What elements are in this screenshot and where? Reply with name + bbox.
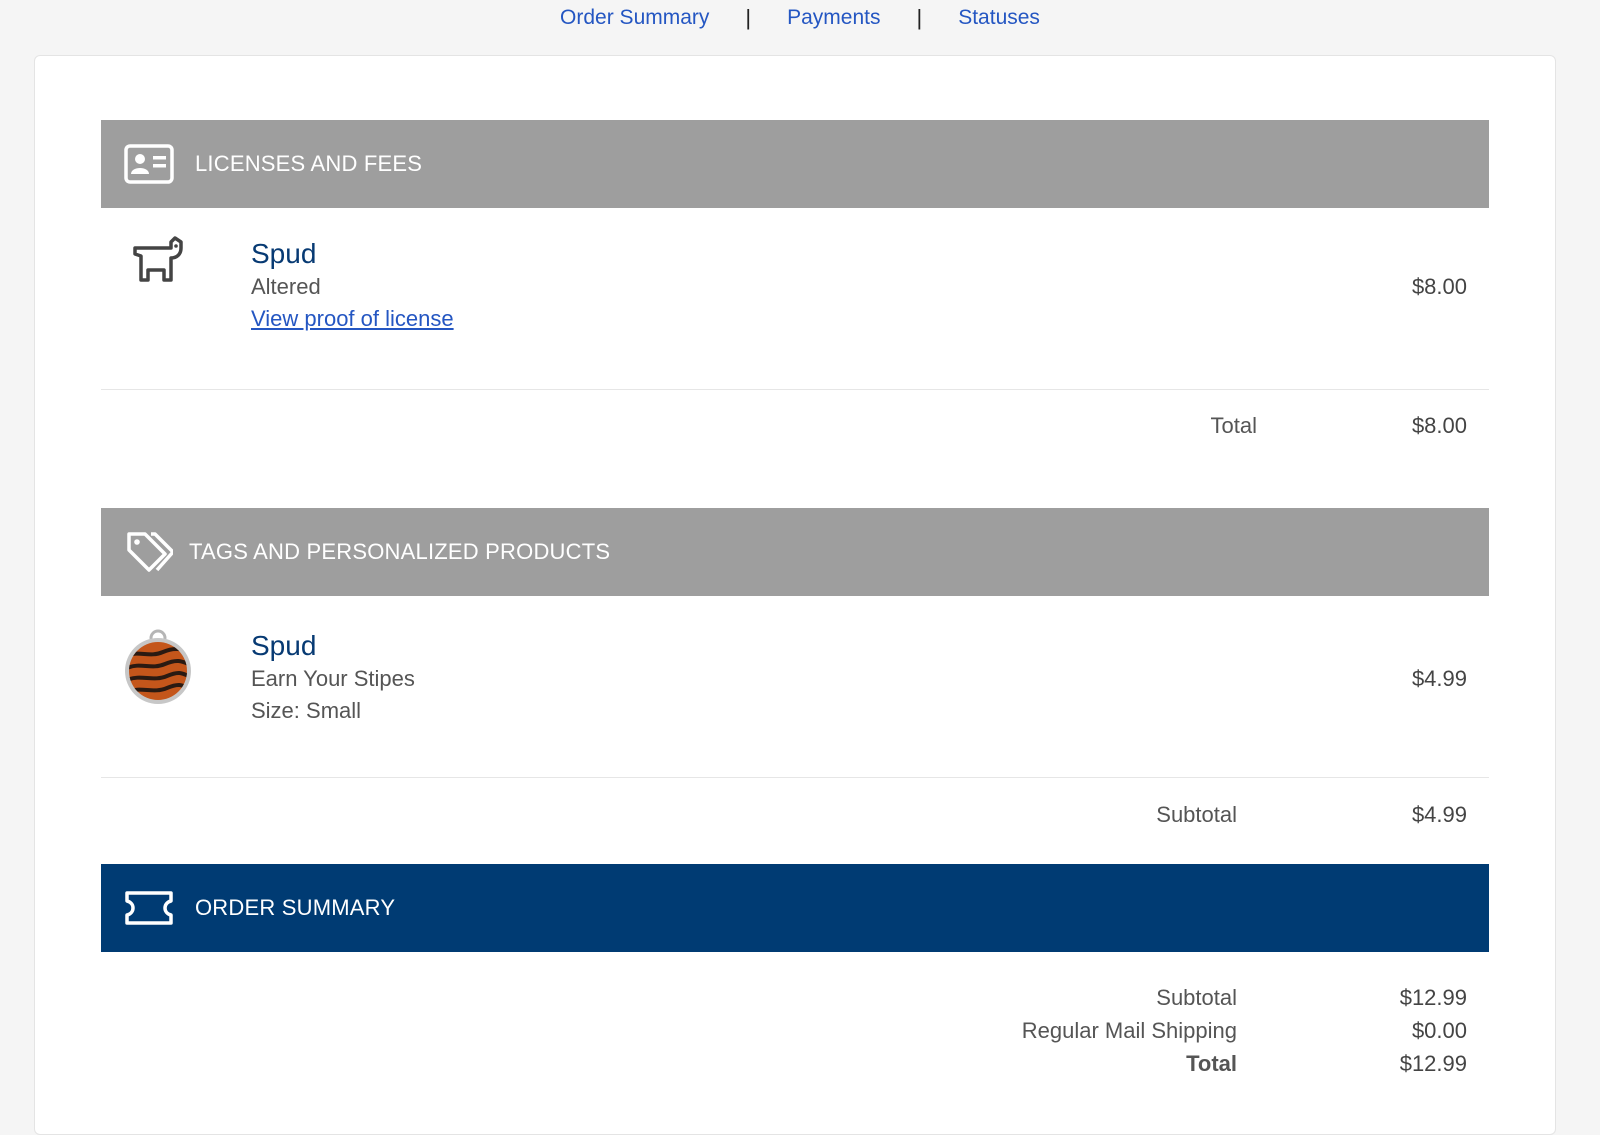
tag-design-name: Earn Your Stipes [251, 666, 415, 691]
tag-size: Size: Small [251, 698, 362, 723]
order-summary-section-title: ORDER SUMMARY [195, 895, 396, 920]
tags-subtotal-value: $4.99 [1411, 802, 1467, 827]
nav-separator: | [745, 5, 752, 30]
summary-total-label: Total [1186, 1051, 1237, 1076]
summary-shipping-value: $0.00 [1411, 1018, 1467, 1043]
licenses-total-label: Total [1210, 413, 1257, 438]
divider [101, 389, 1489, 390]
dog-icon [131, 236, 187, 292]
tags-subtotal-label: Subtotal [1156, 802, 1237, 827]
licenses-total-row: Total $8.00 [101, 413, 1489, 443]
summary-subtotal-label: Subtotal [1156, 985, 1237, 1010]
summary-subtotal-value: $12.99 [1399, 985, 1467, 1010]
divider [101, 777, 1489, 778]
id-card-icon [123, 142, 175, 186]
licenses-total-value: $8.00 [1411, 413, 1467, 438]
tag-pet-name: Spud [251, 630, 317, 661]
summary-total-value: $12.99 [1399, 1051, 1467, 1076]
tag-price: $4.99 [1411, 666, 1467, 691]
order-card: LICENSES AND FEES Spud Altered View proo… [34, 55, 1556, 1135]
view-proof-of-license-link[interactable]: View proof of license [251, 306, 454, 332]
tags-section-header: TAGS AND PERSONALIZED PRODUCTS [101, 508, 1489, 596]
summary-subtotal-row: Subtotal $12.99 [101, 985, 1489, 1015]
tags-icon [123, 530, 175, 574]
license-pet-status: Altered [251, 274, 321, 299]
order-summary-section-header: ORDER SUMMARY [101, 864, 1489, 952]
license-item: Spud Altered View proof of license $8.00 [101, 236, 1489, 386]
license-price: $8.00 [1411, 274, 1467, 299]
top-nav: Order Summary | Payments | Statuses [0, 0, 1600, 36]
nav-separator: | [916, 5, 923, 30]
licenses-section-title: LICENSES AND FEES [195, 151, 423, 176]
summary-shipping-label: Regular Mail Shipping [1021, 1018, 1237, 1043]
tags-section-title: TAGS AND PERSONALIZED PRODUCTS [189, 539, 611, 564]
summary-total-row: Total $12.99 [101, 1051, 1489, 1081]
tag-item: Spud Earn Your Stipes Size: Small $4.99 [101, 628, 1489, 778]
nav-payments-link[interactable]: Payments [787, 6, 880, 30]
ticket-icon [123, 886, 175, 930]
license-pet-name: Spud [251, 238, 317, 269]
licenses-section-header: LICENSES AND FEES [101, 120, 1489, 208]
nav-order-summary-link[interactable]: Order Summary [560, 6, 709, 30]
nav-statuses-link[interactable]: Statuses [958, 6, 1040, 30]
pet-tag-image [123, 628, 193, 706]
summary-shipping-row: Regular Mail Shipping $0.00 [101, 1018, 1489, 1048]
tags-subtotal-row: Subtotal $4.99 [101, 802, 1489, 832]
